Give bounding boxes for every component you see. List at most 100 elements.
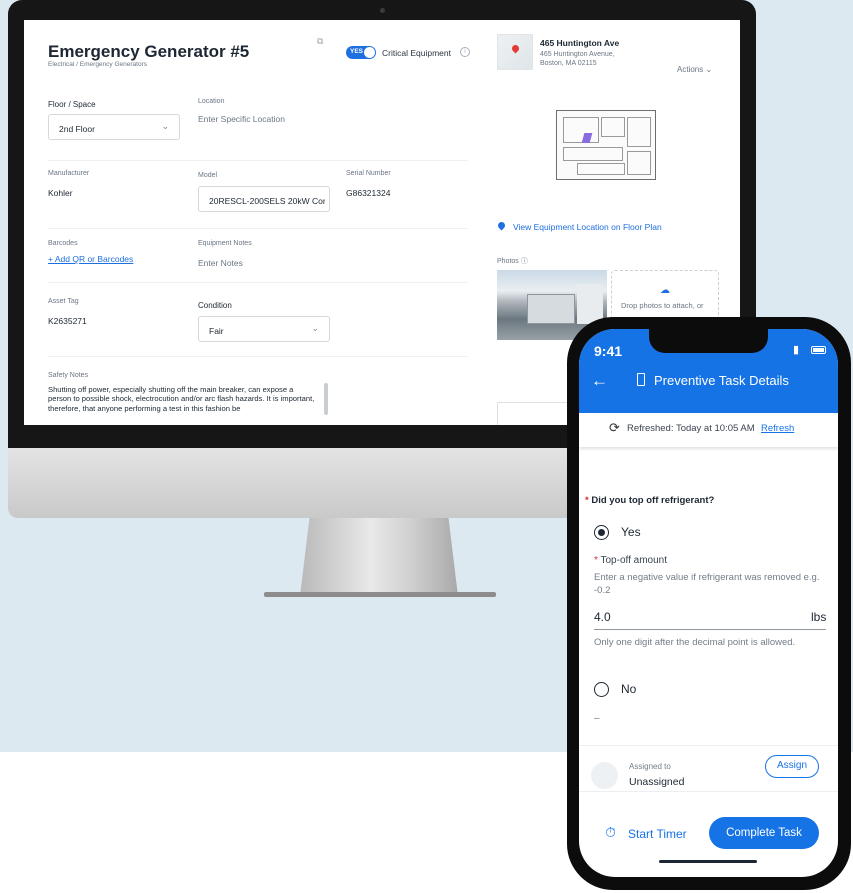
assigned-value: Unassigned bbox=[629, 776, 685, 788]
avatar bbox=[591, 762, 618, 789]
upload-cloud-icon: ☁ bbox=[660, 285, 670, 296]
monitor-base bbox=[264, 592, 496, 597]
amount-hint: Enter a negative value if refrigerant wa… bbox=[594, 572, 820, 596]
no-detail-value: – bbox=[594, 713, 600, 724]
stopwatch-icon[interactable]: ⏱ bbox=[605, 824, 616, 841]
battery-icon bbox=[811, 346, 826, 354]
scrollbar[interactable] bbox=[324, 383, 328, 415]
condition-label: Condition bbox=[198, 301, 232, 310]
question-label: * Did you top off refrigerant? bbox=[585, 495, 714, 506]
floor-plan-room bbox=[627, 117, 651, 147]
address-city: Boston, MA 02115 bbox=[540, 60, 597, 67]
equipment-notes-input[interactable]: Enter Notes bbox=[198, 258, 243, 268]
option-yes-label: Yes bbox=[621, 525, 641, 539]
edit-icon[interactable]: ⧉ bbox=[317, 36, 323, 47]
critical-equipment-label: Critical Equipment bbox=[382, 48, 451, 58]
equipment-title: Emergency Generator #5 bbox=[48, 42, 250, 61]
start-timer-button[interactable]: Start Timer bbox=[628, 827, 687, 841]
validation-text: Only one digit after the decimal point i… bbox=[594, 637, 796, 648]
floor-value: 2nd Floor bbox=[59, 124, 95, 134]
condition-select[interactable]: Fair ⌄ bbox=[198, 316, 330, 342]
document-icon bbox=[637, 373, 645, 386]
mobile-phone: 9:41 ▮ ← Preventive Task Details ⟳ Refre… bbox=[567, 317, 851, 890]
address-title: 465 Huntington Ave bbox=[540, 38, 620, 48]
safety-notes-text[interactable]: Shutting off power, especially shutting … bbox=[48, 385, 316, 413]
signal-icon: ▮ bbox=[793, 344, 800, 356]
divider bbox=[48, 228, 468, 229]
floor-plan-room bbox=[563, 147, 623, 161]
amount-unit: lbs bbox=[811, 610, 827, 624]
floor-plan-room bbox=[601, 117, 625, 137]
divider bbox=[48, 160, 468, 161]
input-underline bbox=[594, 629, 826, 630]
floor-plan-room bbox=[627, 151, 651, 175]
amount-label-text: Top-off amount bbox=[600, 555, 668, 566]
amount-label: * Top-off amount bbox=[594, 555, 667, 566]
location-label: Location bbox=[198, 98, 225, 105]
assigned-label: Assigned to bbox=[629, 762, 671, 771]
question-text: Did you top off refrigerant? bbox=[591, 495, 715, 506]
map-thumbnail[interactable] bbox=[497, 34, 533, 70]
radio-no[interactable] bbox=[594, 682, 609, 697]
dropzone-text: Drop photos to attach, or bbox=[621, 301, 704, 310]
barcodes-label: Barcodes bbox=[48, 240, 78, 247]
info-icon: ⓘ bbox=[520, 258, 528, 265]
serial-value: G86321324 bbox=[346, 188, 391, 198]
refresh-bar: ⟳ Refreshed: Today at 10:05 AM Refresh bbox=[579, 413, 838, 447]
divider bbox=[48, 356, 468, 357]
assign-button[interactable]: Assign bbox=[765, 755, 819, 778]
toggle-knob bbox=[364, 47, 375, 58]
breadcrumb: Electrical / Emergency Generators bbox=[48, 61, 147, 68]
chevron-down-icon: ⌄ bbox=[705, 65, 713, 74]
location-pin-icon bbox=[496, 220, 507, 231]
photos-label: Photos ⓘ bbox=[497, 256, 528, 266]
critical-toggle[interactable]: YES bbox=[346, 46, 376, 59]
model-input[interactable]: 20RESCL-200SELS 20kW Comp bbox=[198, 186, 330, 212]
map-pin-icon bbox=[510, 43, 521, 54]
divider bbox=[579, 745, 838, 746]
actions-menu[interactable]: Actions ⌄ bbox=[677, 65, 712, 74]
manufacturer-label: Manufacturer bbox=[48, 170, 90, 177]
floor-plan-thumbnail[interactable] bbox=[556, 110, 656, 180]
view-floor-plan-link[interactable]: View Equipment Location on Floor Plan bbox=[513, 222, 662, 232]
condition-value: Fair bbox=[209, 326, 224, 336]
safety-notes-label: Safety Notes bbox=[48, 372, 89, 379]
asset-tag-value: K2635271 bbox=[48, 316, 87, 326]
divider bbox=[579, 791, 838, 792]
floor-select[interactable]: 2nd Floor ⌄ bbox=[48, 114, 180, 140]
camera bbox=[380, 8, 385, 13]
divider bbox=[48, 282, 468, 283]
floor-plan-room bbox=[577, 163, 625, 175]
address-line: 465 Huntington Avenue, bbox=[540, 51, 615, 58]
add-barcode-link[interactable]: + Add QR or Barcodes bbox=[48, 254, 133, 264]
phone-notch bbox=[649, 329, 768, 353]
chevron-down-icon: ⌄ bbox=[311, 323, 319, 333]
radio-yes[interactable] bbox=[594, 525, 609, 540]
chevron-down-icon: ⌄ bbox=[161, 121, 169, 131]
location-input[interactable]: Enter Specific Location bbox=[198, 114, 285, 124]
model-label: Model bbox=[198, 172, 218, 179]
status-time: 9:41 bbox=[594, 343, 623, 359]
serial-label: Serial Number bbox=[346, 170, 391, 177]
floor-label: Floor / Space bbox=[48, 100, 96, 109]
actions-label: Actions bbox=[677, 65, 704, 74]
option-no-label: No bbox=[621, 682, 637, 696]
info-icon[interactable]: i bbox=[460, 47, 470, 57]
amount-input[interactable]: 4.0 bbox=[594, 610, 611, 624]
refresh-link[interactable]: Refresh bbox=[761, 423, 794, 434]
back-arrow-icon[interactable]: ← bbox=[591, 371, 608, 391]
floor-plan-room bbox=[563, 117, 599, 143]
model-value: 20RESCL-200SELS 20kW Comp bbox=[209, 196, 325, 206]
mobile-screen: 9:41 ▮ ← Preventive Task Details ⟳ Refre… bbox=[579, 329, 838, 877]
equipment-notes-label: Equipment Notes bbox=[198, 240, 252, 247]
photo-generator bbox=[527, 294, 575, 324]
complete-task-button[interactable]: Complete Task bbox=[709, 817, 819, 849]
manufacturer-value: Kohler bbox=[48, 188, 73, 198]
photos-label-text: Photos bbox=[497, 258, 519, 265]
refresh-icon: ⟳ bbox=[609, 420, 620, 435]
asset-tag-label: Asset Tag bbox=[48, 298, 79, 305]
monitor-stand bbox=[300, 518, 458, 596]
toggle-label: YES bbox=[350, 48, 364, 55]
home-indicator bbox=[659, 860, 757, 863]
mobile-title: Preventive Task Details bbox=[654, 373, 789, 388]
